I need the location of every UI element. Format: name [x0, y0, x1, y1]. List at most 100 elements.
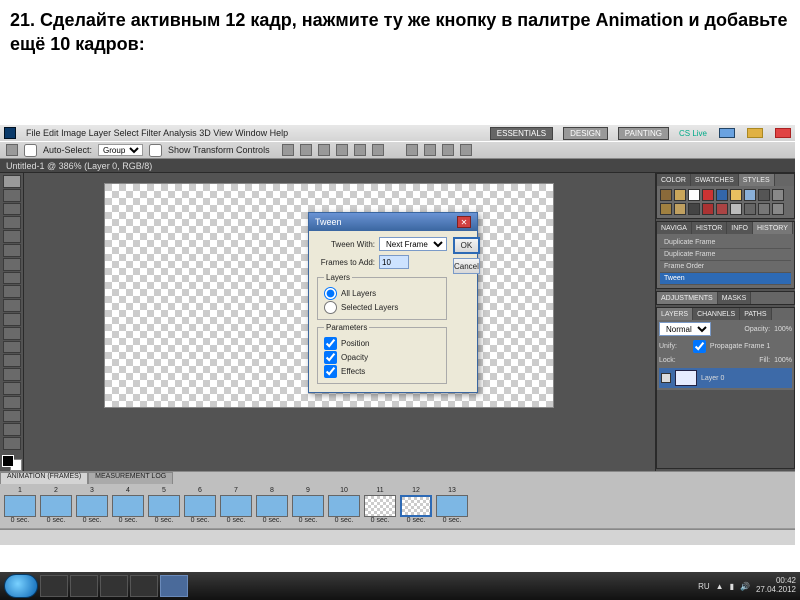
all-layers-radio[interactable]: [324, 287, 337, 300]
style-swatch[interactable]: [688, 189, 700, 201]
pen-tool[interactable]: [3, 368, 21, 381]
history-brush-tool[interactable]: [3, 299, 21, 312]
auto-select-checkbox[interactable]: [24, 144, 37, 157]
style-swatch[interactable]: [772, 203, 784, 215]
document-tab[interactable]: Untitled-1 @ 386% (Layer 0, RGB/8): [0, 159, 795, 173]
menu-3d[interactable]: 3D: [199, 128, 211, 138]
align-icon[interactable]: [282, 144, 294, 156]
animation-frame-3[interactable]: 30 sec.: [75, 487, 109, 525]
animation-frame-6[interactable]: 60 sec.: [183, 487, 217, 525]
menu-select[interactable]: Select: [114, 128, 139, 138]
tab-swatches[interactable]: SWATCHES: [691, 174, 739, 186]
taskbar-media-icon[interactable]: [100, 575, 128, 597]
style-swatch[interactable]: [716, 189, 728, 201]
blend-mode-dropdown[interactable]: Normal: [659, 322, 711, 336]
menu-edit[interactable]: Edit: [43, 128, 59, 138]
lasso-tool[interactable]: [3, 203, 21, 216]
tab-navigator[interactable]: NAVIGA: [657, 222, 692, 234]
taskbar-powerpoint-icon[interactable]: [130, 575, 158, 597]
window-close-icon[interactable]: [775, 128, 791, 138]
history-item[interactable]: Frame Order: [660, 261, 791, 273]
menu-analysis[interactable]: Analysis: [163, 128, 197, 138]
dialog-close-icon[interactable]: ✕: [457, 216, 471, 228]
menu-layer[interactable]: Layer: [89, 128, 112, 138]
window-maximize-icon[interactable]: [747, 128, 763, 138]
animation-frame-9[interactable]: 90 sec.: [291, 487, 325, 525]
frames-to-add-input[interactable]: [379, 255, 409, 269]
style-swatch[interactable]: [674, 189, 686, 201]
distribute-icon[interactable]: [424, 144, 436, 156]
animation-frame-10[interactable]: 100 sec.: [327, 487, 361, 525]
history-item[interactable]: Tween: [660, 273, 791, 285]
layer-row[interactable]: Layer 0: [659, 368, 792, 388]
menu-image[interactable]: Image: [61, 128, 86, 138]
style-swatch[interactable]: [660, 189, 672, 201]
style-swatch[interactable]: [772, 189, 784, 201]
cancel-button[interactable]: Cancel: [453, 258, 480, 274]
animation-frame-1[interactable]: 10 sec.: [3, 487, 37, 525]
effects-checkbox[interactable]: [324, 365, 337, 378]
animation-frame-8[interactable]: 80 sec.: [255, 487, 289, 525]
style-swatch[interactable]: [730, 189, 742, 201]
heal-tool[interactable]: [3, 258, 21, 271]
style-swatch[interactable]: [660, 203, 672, 215]
menu-filter[interactable]: Filter: [141, 128, 161, 138]
tab-paths[interactable]: PATHS: [740, 308, 771, 320]
history-item[interactable]: Duplicate Frame: [660, 249, 791, 261]
workspace-essentials[interactable]: ESSENTIALS: [490, 127, 553, 140]
align-icon[interactable]: [318, 144, 330, 156]
selected-layers-radio[interactable]: [324, 301, 337, 314]
show-transform-checkbox[interactable]: [149, 144, 162, 157]
opacity-checkbox[interactable]: [324, 351, 337, 364]
move-tool[interactable]: [3, 175, 21, 188]
tab-masks[interactable]: MASKS: [718, 292, 752, 304]
style-swatch[interactable]: [744, 203, 756, 215]
animation-frame-4[interactable]: 40 sec.: [111, 487, 145, 525]
menu-view[interactable]: View: [213, 128, 232, 138]
opacity-value[interactable]: 100%: [774, 326, 792, 333]
style-swatch[interactable]: [716, 203, 728, 215]
tab-adjustments[interactable]: ADJUSTMENTS: [657, 292, 718, 304]
history-item[interactable]: Duplicate Frame: [660, 237, 791, 249]
animation-frame-13[interactable]: 130 sec.: [435, 487, 469, 525]
tab-histogram[interactable]: HISTOR: [692, 222, 727, 234]
align-icon[interactable]: [336, 144, 348, 156]
fill-value[interactable]: 100%: [774, 357, 792, 364]
brush-tool[interactable]: [3, 272, 21, 285]
animation-frame-12[interactable]: 120 sec.: [399, 487, 433, 525]
tab-color[interactable]: COLOR: [657, 174, 691, 186]
taskbar-explorer-icon[interactable]: [70, 575, 98, 597]
taskbar-ie-icon[interactable]: [40, 575, 68, 597]
ok-button[interactable]: OK: [453, 237, 480, 254]
style-swatch[interactable]: [688, 203, 700, 215]
style-swatch[interactable]: [758, 189, 770, 201]
tray-lang[interactable]: RU: [698, 582, 710, 591]
animation-frame-5[interactable]: 50 sec.: [147, 487, 181, 525]
stamp-tool[interactable]: [3, 285, 21, 298]
marquee-tool[interactable]: [3, 189, 21, 202]
style-swatch[interactable]: [702, 189, 714, 201]
tween-with-dropdown[interactable]: Next Frame: [379, 237, 447, 251]
eye-icon[interactable]: [661, 373, 671, 383]
propagate-checkbox[interactable]: [693, 340, 706, 353]
align-icon[interactable]: [372, 144, 384, 156]
taskbar-photoshop-icon[interactable]: [160, 575, 188, 597]
tab-channels[interactable]: CHANNELS: [693, 308, 740, 320]
position-checkbox[interactable]: [324, 337, 337, 350]
tab-layers[interactable]: LAYERS: [657, 308, 693, 320]
distribute-icon[interactable]: [406, 144, 418, 156]
tray-flag-icon[interactable]: ▲: [716, 582, 724, 591]
hand-tool[interactable]: [3, 423, 21, 436]
window-minimize-icon[interactable]: [719, 128, 735, 138]
tab-animation-frames[interactable]: ANIMATION (FRAMES): [0, 472, 88, 484]
auto-select-dropdown[interactable]: Group: [98, 144, 143, 156]
fg-bg-colors[interactable]: [2, 455, 22, 471]
style-swatch[interactable]: [744, 189, 756, 201]
style-swatch[interactable]: [702, 203, 714, 215]
menu-window[interactable]: Window: [235, 128, 267, 138]
gradient-tool[interactable]: [3, 327, 21, 340]
eyedropper-tool[interactable]: [3, 244, 21, 257]
type-tool[interactable]: [3, 382, 21, 395]
tray-clock[interactable]: 00:4227.04.2012: [756, 577, 796, 595]
menu-help[interactable]: Help: [270, 128, 289, 138]
